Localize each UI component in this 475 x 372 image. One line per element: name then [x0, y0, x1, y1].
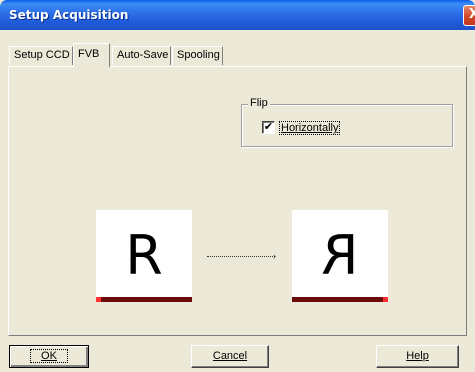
original-bar-marker — [96, 297, 101, 302]
help-button[interactable]: Help — [376, 345, 459, 368]
checkbox-label-text: Horizontally — [281, 122, 339, 134]
transform-arrow-icon: › — [207, 251, 279, 261]
ok-button-label: OK — [30, 349, 68, 363]
flipped-image-preview: R — [292, 210, 388, 302]
window-title: Setup Acquisition — [9, 8, 129, 22]
ok-button[interactable]: OK — [9, 345, 89, 368]
arrow-line — [207, 256, 275, 257]
tab-setup-ccd[interactable]: Setup CCD — [9, 46, 73, 65]
close-icon[interactable]: X — [463, 5, 475, 26]
original-image-preview: R — [96, 210, 192, 302]
cancel-button-label: Cancel — [212, 350, 248, 362]
original-image-bar — [96, 297, 192, 302]
flip-group-label: Flip — [248, 97, 270, 109]
flip-horizontally-label[interactable]: Horizontally — [279, 121, 341, 135]
tab-fvb[interactable]: FVB — [73, 43, 110, 67]
arrow-head-icon: › — [273, 251, 276, 261]
flipped-glyph: R — [321, 224, 359, 287]
tab-auto-save[interactable]: Auto-Save — [112, 46, 171, 65]
setup-acquisition-dialog: Setup Acquisition X Setup CCD FVB Auto-S… — [0, 0, 475, 372]
tab-spooling[interactable]: Spooling — [172, 46, 223, 65]
flip-horizontally-checkbox[interactable]: ✔ — [262, 121, 275, 134]
flipped-image-bar — [292, 297, 388, 302]
help-button-label: Help — [406, 350, 429, 362]
original-glyph: R — [125, 224, 163, 287]
title-bar[interactable]: Setup Acquisition X — [0, 0, 475, 30]
flipped-bar-marker — [383, 297, 388, 302]
cancel-button[interactable]: Cancel — [191, 345, 269, 368]
